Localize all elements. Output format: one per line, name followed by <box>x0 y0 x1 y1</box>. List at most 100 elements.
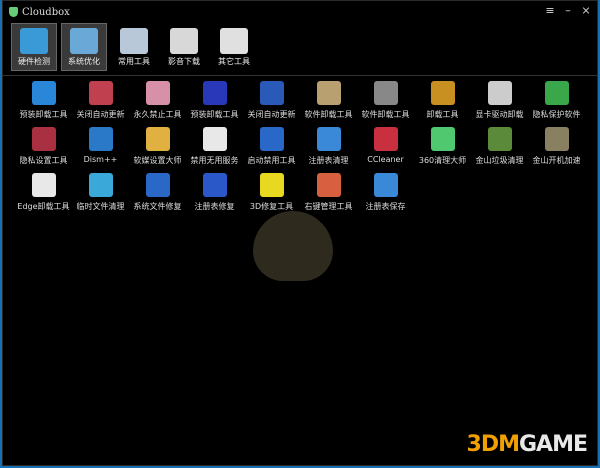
tool-icon <box>88 173 113 197</box>
tool-item[interactable]: 右键管理工具 <box>300 173 357 215</box>
watermark-logo: 3DMGAME <box>466 432 588 457</box>
minimize-button[interactable]: – <box>561 4 575 18</box>
tool-icon <box>373 127 398 151</box>
tool-label: 临时文件清理 <box>76 202 125 211</box>
tool-item[interactable]: 软件卸载工具 <box>300 81 357 123</box>
tool-label: 金山垃圾清理 <box>475 156 524 165</box>
tool-label: 预装卸载工具 <box>190 110 239 119</box>
tool-icon <box>202 81 227 105</box>
tool-label: 软件卸载工具 <box>304 110 353 119</box>
tool-icon <box>88 81 113 105</box>
app-logo-icon <box>9 7 18 17</box>
cloudbox-window: Cloudbox ≡ – × 硬件检测 系统优化 常用工具 影音下载 其它工具 预装卸载… <box>2 0 598 466</box>
menu-button[interactable]: ≡ <box>543 4 557 18</box>
tool-item[interactable]: 关闭自动更新 <box>72 81 129 123</box>
tool-icon <box>430 127 455 151</box>
tab-category-1[interactable]: 系统优化 <box>61 23 107 71</box>
tool-icon <box>145 127 170 151</box>
category-icon <box>20 28 48 54</box>
tool-item[interactable]: 启动禁用工具 <box>243 127 300 169</box>
category-icon <box>70 28 98 54</box>
tab-label: 常用工具 <box>118 57 150 66</box>
category-icon <box>120 28 148 54</box>
tool-item[interactable]: 预装卸载工具 <box>186 81 243 123</box>
tool-icon <box>487 127 512 151</box>
tool-label: 隐私保护软件 <box>532 110 581 119</box>
category-icon <box>170 28 198 54</box>
tool-label: 注册表保存 <box>365 202 406 211</box>
tool-item[interactable]: Dism++ <box>72 127 129 169</box>
close-button[interactable]: × <box>579 4 593 18</box>
tool-label: 关闭自动更新 <box>76 110 125 119</box>
tool-item[interactable]: 金山垃圾清理 <box>471 127 528 169</box>
tool-label: 卸载工具 <box>426 110 459 119</box>
tool-label: Edge卸载工具 <box>17 202 70 211</box>
tool-item[interactable]: 金山开机加速 <box>528 127 585 169</box>
tool-item[interactable]: 关闭自动更新 <box>243 81 300 123</box>
tool-item[interactable]: 隐私设置工具 <box>15 127 72 169</box>
tool-grid: 预装卸载工具 关闭自动更新 永久禁止工具 预装卸载工具 关闭自动更新 软件卸载工具 软件卸载… <box>15 81 585 215</box>
tool-icon <box>544 81 569 105</box>
tool-item[interactable]: 3D修复工具 <box>243 173 300 215</box>
tool-label: 右键管理工具 <box>304 202 353 211</box>
tool-icon <box>145 81 170 105</box>
tool-icon <box>373 81 398 105</box>
tool-item[interactable]: 临时文件清理 <box>72 173 129 215</box>
tab-category-0[interactable]: 硬件检测 <box>11 23 57 71</box>
tab-category-3[interactable]: 影音下载 <box>161 23 207 71</box>
tool-item[interactable]: 注册表保存 <box>357 173 414 215</box>
tool-item[interactable]: 隐私保护软件 <box>528 81 585 123</box>
tool-item[interactable]: 360清理大师 <box>414 127 471 169</box>
tool-label: 注册表修复 <box>194 202 235 211</box>
tool-item[interactable]: 预装卸载工具 <box>15 81 72 123</box>
tab-category-2[interactable]: 常用工具 <box>111 23 157 71</box>
tool-icon <box>145 173 170 197</box>
tool-item[interactable]: CCleaner <box>357 127 414 169</box>
tool-icon <box>31 127 56 151</box>
tool-item[interactable]: 永久禁止工具 <box>129 81 186 123</box>
tab-label: 影音下载 <box>168 57 200 66</box>
category-icon <box>220 28 248 54</box>
tool-item[interactable]: Edge卸载工具 <box>15 173 72 215</box>
tool-item[interactable]: 系统文件修复 <box>129 173 186 215</box>
tool-icon <box>259 127 284 151</box>
tool-label: 金山开机加速 <box>532 156 581 165</box>
tool-label: CCleaner <box>367 155 404 164</box>
tool-icon <box>487 81 512 105</box>
tool-label: 显卡驱动卸载 <box>475 110 524 119</box>
tool-label: 软媒设置大师 <box>133 156 182 165</box>
tool-icon <box>202 127 227 151</box>
tool-label: 关闭自动更新 <box>247 110 296 119</box>
mascot-background-image <box>253 211 333 281</box>
title-bar: Cloudbox ≡ – × <box>3 1 597 23</box>
tab-label: 其它工具 <box>218 57 250 66</box>
tool-icon <box>544 127 569 151</box>
tool-label: 注册表清理 <box>308 156 349 165</box>
tool-item[interactable]: 卸载工具 <box>414 81 471 123</box>
tool-icon <box>316 127 341 151</box>
tool-label: 隐私设置工具 <box>19 156 68 165</box>
tool-icon <box>31 173 56 197</box>
tab-label: 系统优化 <box>68 57 100 66</box>
tab-label: 硬件检测 <box>18 57 50 66</box>
divider <box>3 75 597 76</box>
tool-icon <box>373 173 398 197</box>
tool-item[interactable]: 软媒设置大师 <box>129 127 186 169</box>
tool-label: 系统文件修复 <box>133 202 182 211</box>
category-toolbar: 硬件检测 系统优化 常用工具 影音下载 其它工具 <box>11 23 257 73</box>
tool-item[interactable]: 注册表修复 <box>186 173 243 215</box>
tool-item[interactable]: 注册表清理 <box>300 127 357 169</box>
tool-icon <box>430 81 455 105</box>
tool-icon <box>202 173 227 197</box>
tool-label: 3D修复工具 <box>249 202 294 211</box>
tool-label: 启动禁用工具 <box>247 156 296 165</box>
tool-icon <box>316 81 341 105</box>
tool-label: 预装卸载工具 <box>19 110 68 119</box>
tool-icon <box>88 127 113 151</box>
tool-item[interactable]: 显卡驱动卸载 <box>471 81 528 123</box>
tool-label: 禁用无用服务 <box>190 156 239 165</box>
tool-label: 软件卸载工具 <box>361 110 410 119</box>
tool-item[interactable]: 软件卸载工具 <box>357 81 414 123</box>
tool-item[interactable]: 禁用无用服务 <box>186 127 243 169</box>
tab-category-4[interactable]: 其它工具 <box>211 23 257 71</box>
